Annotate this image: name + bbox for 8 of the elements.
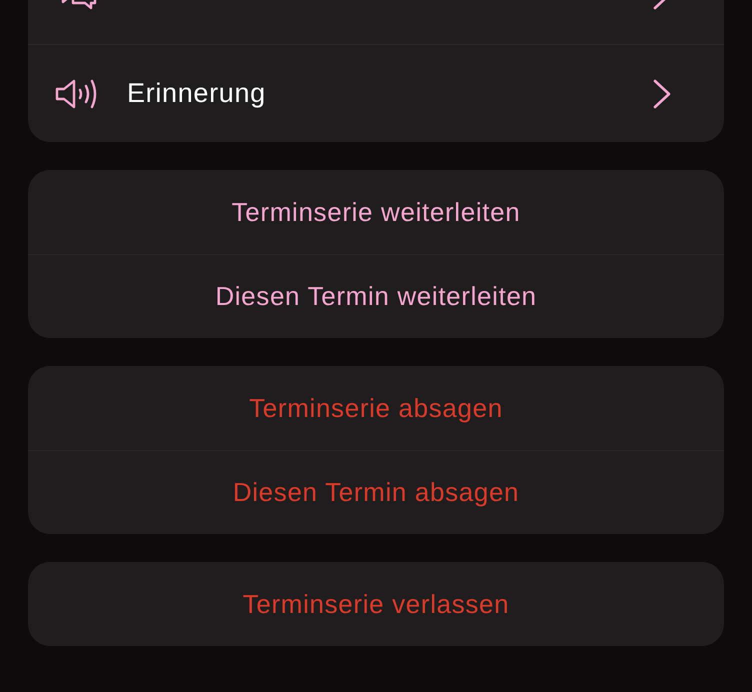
destructive-action-button[interactable]: Terminserie absagen — [28, 366, 724, 450]
destructive-action-button[interactable]: Terminserie verlassen — [28, 562, 724, 646]
action-button[interactable]: Diesen Termin weiterleiten — [28, 254, 724, 338]
chevron-right-icon[interactable] — [652, 78, 672, 110]
action-button[interactable]: Terminserie weiterleiten — [28, 170, 724, 254]
menu-item-label[interactable]: Erinnerung — [127, 73, 624, 114]
destructive-action-button[interactable]: Diesen Termin absagen — [28, 450, 724, 534]
speaker-icon — [55, 78, 99, 110]
